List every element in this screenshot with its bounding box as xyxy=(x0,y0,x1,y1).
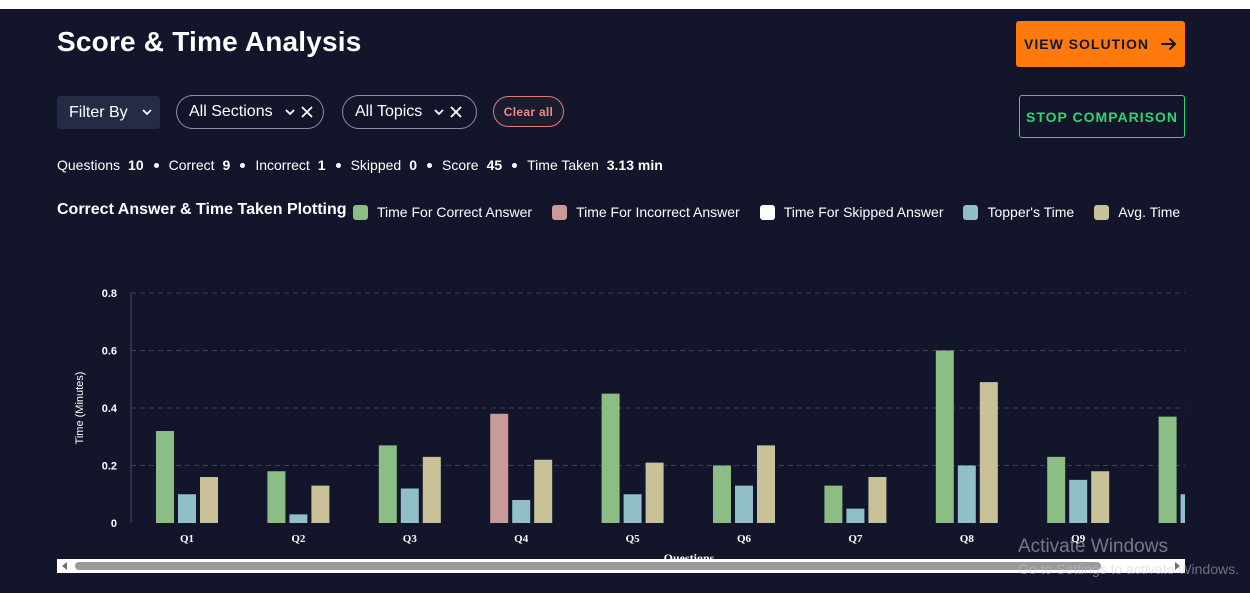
bar xyxy=(378,445,397,523)
bar xyxy=(757,445,775,523)
bar xyxy=(935,350,954,523)
x-tick-label: Q2 xyxy=(291,533,306,545)
x-tick-label: Q xyxy=(1185,533,1194,545)
scrollbar-thumb[interactable] xyxy=(75,562,1101,570)
bar xyxy=(1180,494,1185,523)
x-tick-label: Q7 xyxy=(848,533,863,545)
activate-windows-subtitle: Go to Settings to activate Windows. xyxy=(1018,561,1239,577)
bar xyxy=(601,393,620,523)
bar xyxy=(1047,456,1066,523)
bar xyxy=(1091,471,1110,523)
bar-chart: 00.20.40.60.8 Q1 Q2 Q3 Q4 Q5 Q6 Q7 Q8 Q9 Q Time (… xyxy=(74,288,1194,565)
chart-horizontal-scrollbar[interactable] xyxy=(57,559,1185,573)
bar xyxy=(957,465,976,523)
bar xyxy=(512,500,531,523)
bar xyxy=(178,494,196,523)
bar xyxy=(623,494,642,523)
bar xyxy=(979,382,998,523)
bar xyxy=(735,485,753,523)
bar xyxy=(846,508,865,523)
y-tick-label: 0.8 xyxy=(102,288,117,300)
scroll-left-icon[interactable] xyxy=(62,562,67,570)
y-axis-label: Time (Minutes) xyxy=(74,372,86,445)
bar xyxy=(400,488,419,523)
y-tick-label: 0.2 xyxy=(102,461,117,473)
bar xyxy=(824,485,843,523)
y-tick-label: 0 xyxy=(111,518,117,530)
y-tick-label: 0.4 xyxy=(102,403,118,415)
bar xyxy=(1158,416,1177,523)
bar xyxy=(713,465,731,523)
activate-windows-title: Activate Windows xyxy=(1018,536,1168,557)
bar xyxy=(534,459,553,523)
x-tick-label: Q4 xyxy=(514,533,529,545)
bar xyxy=(490,413,509,523)
y-tick-label: 0.6 xyxy=(102,346,117,358)
bar xyxy=(156,431,174,523)
bar xyxy=(311,485,330,523)
x-tick-label: Q6 xyxy=(737,533,752,545)
x-tick-label: Q1 xyxy=(180,533,194,545)
bar xyxy=(868,477,887,523)
bar xyxy=(422,456,441,523)
bar xyxy=(267,471,286,523)
x-tick-label: Q8 xyxy=(960,533,975,545)
bar xyxy=(1069,479,1088,523)
bar xyxy=(289,514,308,523)
x-tick-label: Q5 xyxy=(626,533,641,545)
bar xyxy=(200,477,218,523)
x-tick-label: Q3 xyxy=(403,533,418,545)
bar xyxy=(645,462,664,523)
